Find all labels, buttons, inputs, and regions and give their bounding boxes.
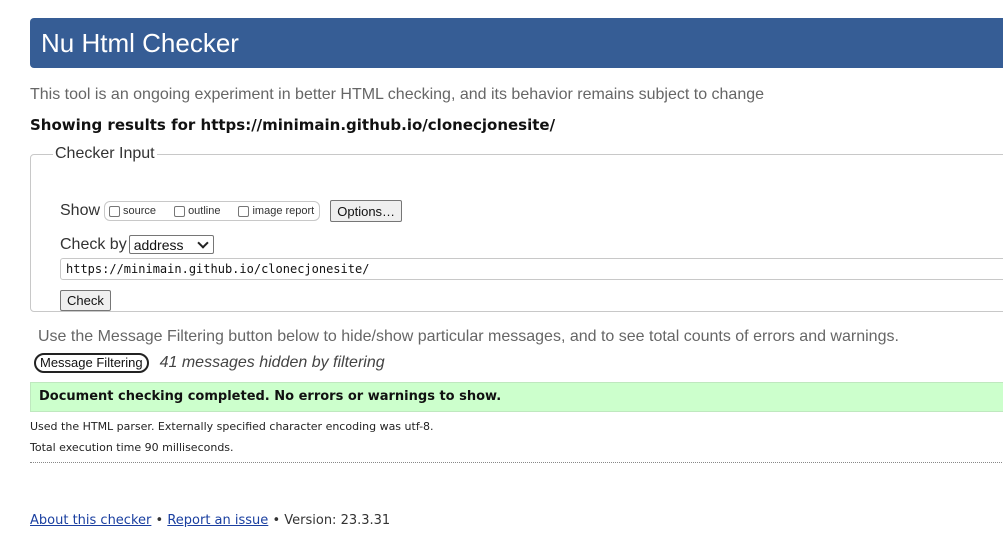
show-image-report-option[interactable]: image report (238, 205, 314, 217)
about-checker-link[interactable]: About this checker (30, 513, 151, 528)
check-by-row: Check by address (60, 235, 214, 254)
outline-checkbox[interactable] (174, 205, 186, 217)
show-label: Show (60, 202, 101, 219)
show-options-group: source outline image report (104, 201, 321, 221)
show-source-option[interactable]: source (109, 205, 156, 217)
intro-text: This tool is an ongoing experiment in be… (30, 86, 765, 103)
version-text: Version: 23.3.31 (284, 513, 391, 528)
filtering-note: Use the Message Filtering button below t… (38, 328, 899, 345)
options-button[interactable]: Options… (330, 200, 403, 222)
message-filtering-button[interactable]: Message Filtering (34, 353, 149, 373)
source-checkbox[interactable] (109, 205, 121, 217)
report-issue-link[interactable]: Report an issue (167, 513, 268, 528)
parser-note: Used the HTML parser. Externally specifi… (30, 420, 434, 433)
chevron-down-icon (197, 236, 209, 249)
filtering-row: Message Filtering 41 messages hidden by … (34, 353, 385, 373)
footer-separator: • (155, 513, 164, 528)
execution-time: Total execution time 90 milliseconds. (30, 441, 234, 454)
footer: About this checker • Report an issue • V… (30, 513, 390, 528)
app-header: Nu Html Checker (30, 18, 1003, 68)
check-by-selected-value: address (133, 236, 184, 253)
page-title: Nu Html Checker (41, 28, 239, 58)
show-outline-option[interactable]: outline (174, 205, 220, 217)
checker-input-legend: Checker Input (55, 145, 155, 162)
show-row: Show source outline image report Options… (60, 199, 403, 223)
divider (30, 462, 1003, 463)
success-message: Document checking completed. No errors o… (30, 382, 1003, 412)
image-report-checkbox[interactable] (238, 205, 250, 217)
image-report-option-label: image report (252, 205, 315, 217)
hidden-messages-count: 41 messages hidden by filtering (159, 354, 385, 371)
source-option-label: source (123, 205, 157, 217)
checker-input-fieldset: Checker Input Show source outline image … (30, 145, 1003, 312)
check-button[interactable]: Check (60, 290, 111, 311)
check-by-label: Check by (60, 235, 127, 253)
url-input[interactable]: https://minimain.github.io/clonecjonesit… (60, 258, 1003, 280)
outline-option-label: outline (188, 205, 221, 217)
results-heading: Showing results for https://minimain.git… (30, 116, 556, 134)
footer-separator: • (272, 513, 281, 528)
check-by-select[interactable]: address (128, 235, 214, 254)
